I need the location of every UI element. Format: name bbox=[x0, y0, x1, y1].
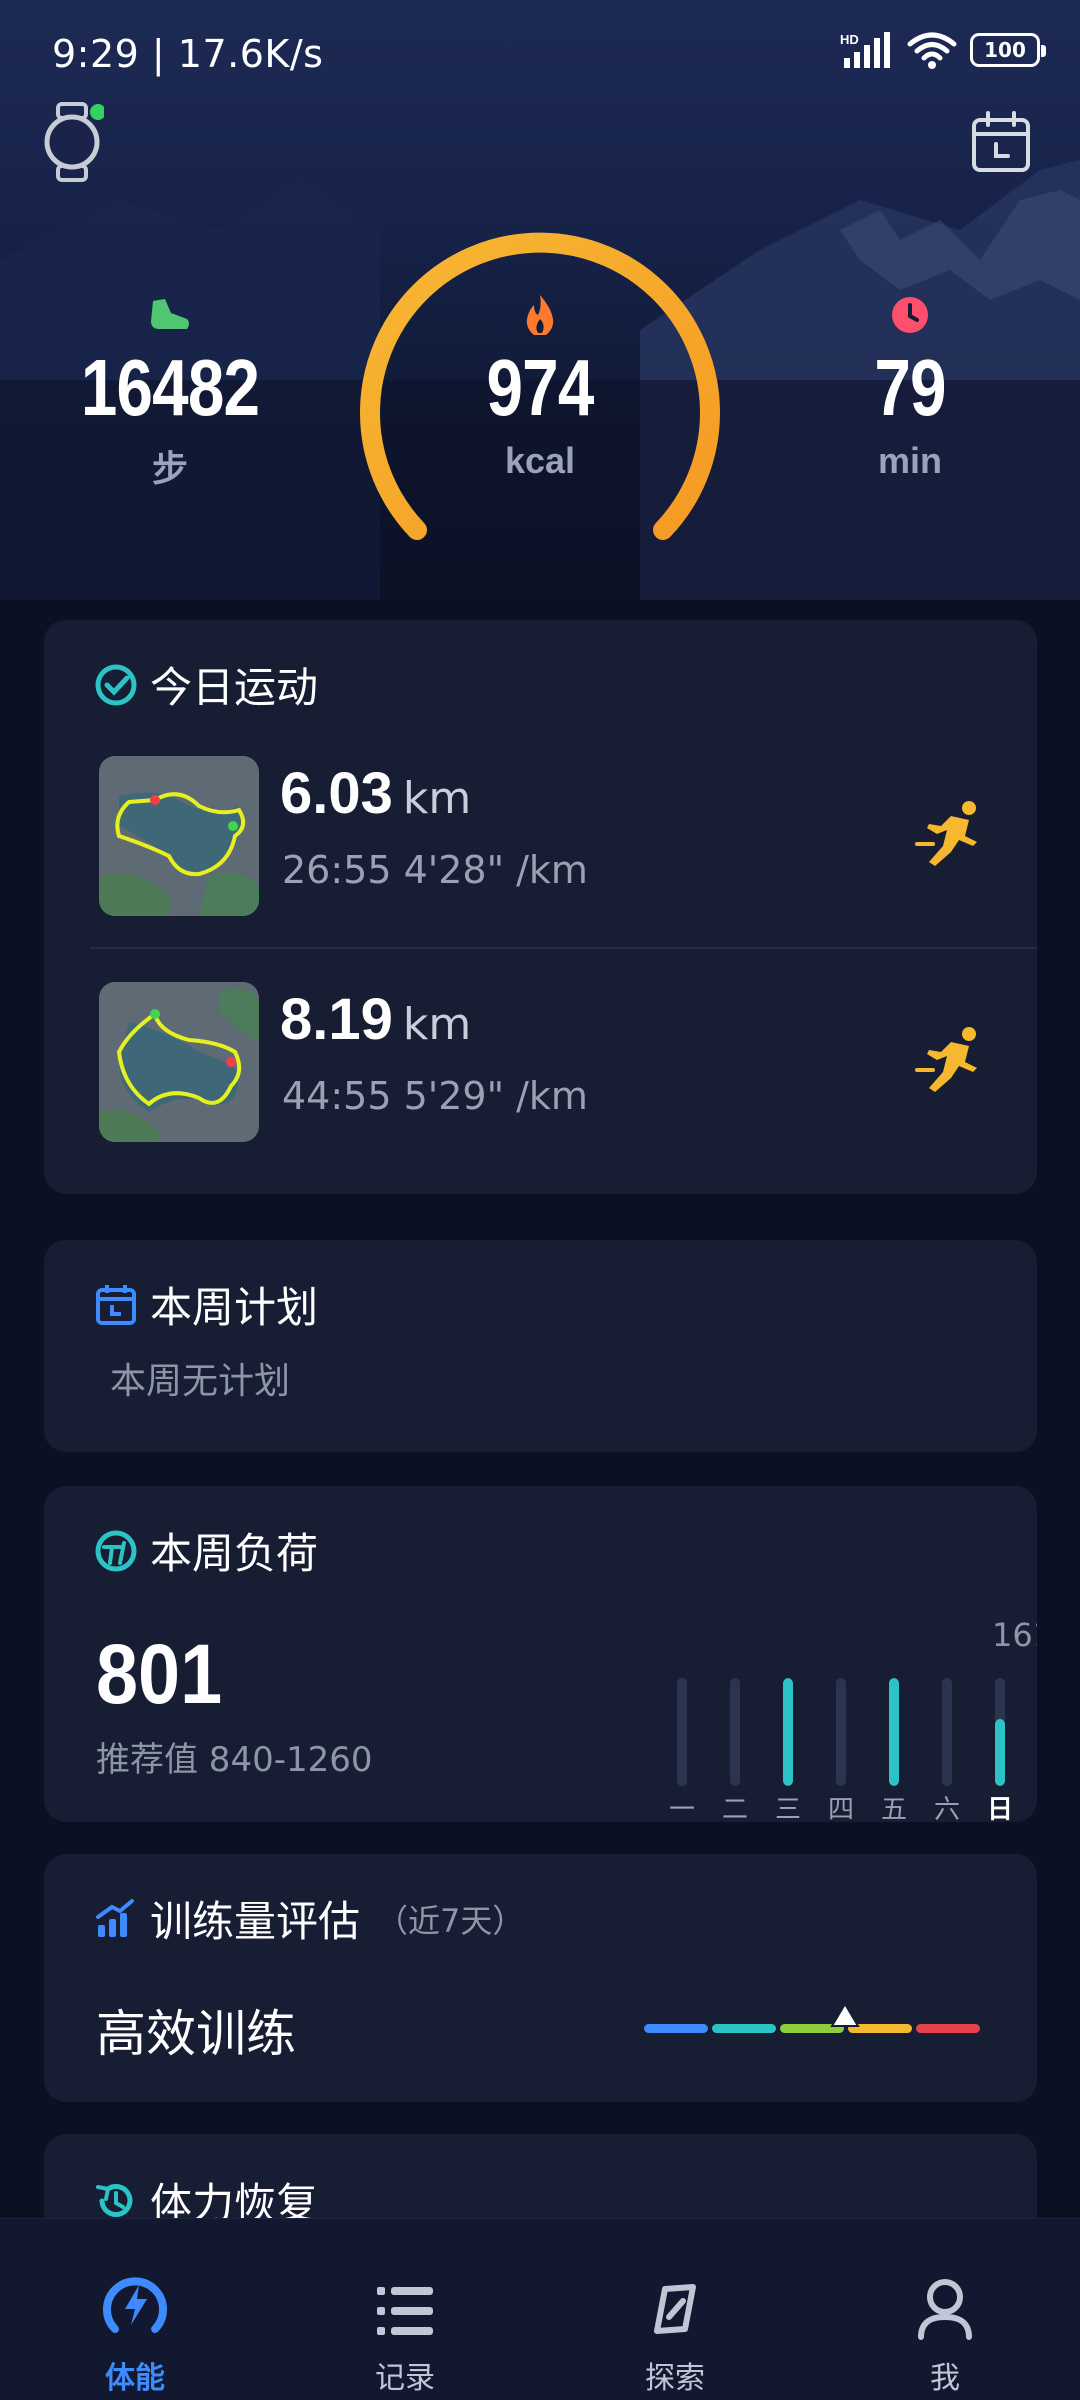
weekly-plan-title: 本周计划 bbox=[150, 1283, 319, 1332]
nav-label: 探索 bbox=[645, 2361, 705, 2396]
row-divider bbox=[90, 947, 1037, 949]
load-bar-track bbox=[783, 1678, 793, 1786]
load-bar-track bbox=[942, 1678, 952, 1786]
load-bar-track bbox=[677, 1678, 687, 1786]
steps-unit: 步 bbox=[151, 448, 188, 489]
bar-peak-label: 161 bbox=[992, 1616, 1037, 1654]
steps-value: 16482 bbox=[80, 343, 260, 432]
route-map-thumbnail bbox=[99, 982, 259, 1142]
load-bar-day-label: 二 bbox=[721, 1795, 748, 1822]
status-time: 9:29 | 17.6K/s bbox=[52, 32, 324, 76]
shoe-icon bbox=[151, 299, 189, 329]
wifi-icon bbox=[907, 32, 957, 69]
network-badge: HD bbox=[840, 32, 859, 47]
load-bar-day-label: 一 bbox=[668, 1795, 695, 1822]
compass-icon bbox=[654, 2284, 696, 2334]
scale-segment bbox=[712, 2024, 776, 2033]
battery-indicator: 100 bbox=[970, 33, 1046, 67]
run-distance: 6.03 km bbox=[280, 761, 472, 826]
status-bar: 9:29 | 17.6K/s HD 100 bbox=[0, 0, 1080, 110]
load-bar-day-label: 五 bbox=[880, 1795, 907, 1822]
minutes-stat[interactable]: 79 min bbox=[780, 290, 1040, 482]
load-bar-track bbox=[995, 1678, 1005, 1786]
training-eval-header: 训练量评估 （近7天） bbox=[94, 1888, 524, 1949]
minutes-unit: min bbox=[877, 440, 942, 481]
calendar-clock-icon bbox=[96, 1284, 136, 1325]
training-eval-scale bbox=[644, 2002, 1016, 2034]
load-bar-day-label: 四 bbox=[827, 1795, 854, 1822]
flame-icon bbox=[526, 295, 554, 335]
nav-label: 我 bbox=[930, 2361, 960, 2396]
run-distance: 8.19 km bbox=[280, 987, 472, 1052]
today-exercise-title: 今日运动 bbox=[150, 663, 319, 712]
weekly-load-bar-chart: 161 一二三四五六日 bbox=[634, 1616, 1037, 1822]
weekly-plan-header: 本周计划 bbox=[94, 1274, 318, 1335]
load-bar-fill bbox=[995, 1719, 1005, 1786]
lightning-gauge-icon bbox=[103, 2277, 167, 2333]
weekly-load-header: 本周负荷 bbox=[94, 1520, 318, 1581]
nav-tab-explore[interactable]: 探索 bbox=[595, 2261, 755, 2397]
weekly-plan-empty-text: 本周无计划 bbox=[110, 1361, 291, 1402]
training-eval-result: 高效训练 bbox=[96, 2005, 296, 2063]
scale-segment bbox=[644, 2024, 708, 2033]
load-bar-fill bbox=[783, 1678, 793, 1786]
today-exercise-card: 今日运动 6.03 km 26:55 4'28" /km 8.19 km 44:… bbox=[44, 620, 1037, 1194]
calories-unit: kcal bbox=[504, 440, 576, 481]
load-bar-day-label: 三 bbox=[774, 1795, 801, 1822]
run-duration-pace: 26:55 4'28" /km bbox=[282, 848, 588, 892]
weekly-plan-card[interactable]: 本周计划 本周无计划 bbox=[44, 1240, 1037, 1452]
load-bar-track bbox=[730, 1678, 740, 1786]
load-bar-track bbox=[836, 1678, 846, 1786]
scale-segment bbox=[916, 2024, 980, 2033]
weekly-load-recommended: 推荐值 840-1260 bbox=[96, 1740, 373, 1780]
calendar-icon[interactable] bbox=[970, 110, 1032, 174]
minutes-value: 79 bbox=[874, 343, 946, 432]
run-duration-pace: 44:55 5'29" /km bbox=[282, 1074, 588, 1118]
nav-label: 体能 bbox=[105, 2361, 165, 2396]
load-gauge-icon bbox=[95, 1530, 137, 1571]
calories-value: 974 bbox=[486, 343, 594, 432]
recovery-clock-icon bbox=[96, 2183, 133, 2217]
load-bar-day-label: 六 bbox=[933, 1795, 960, 1822]
nav-tab-records[interactable]: 记录 bbox=[325, 2261, 485, 2397]
today-exercise-header: 今日运动 bbox=[94, 654, 318, 715]
bottom-navigation: 体能 记录 探索 我 bbox=[0, 2218, 1080, 2400]
status-icons: HD 100 bbox=[840, 30, 1046, 70]
check-circle-icon bbox=[95, 664, 137, 705]
run-record-row[interactable]: 6.03 km 26:55 4'28" /km bbox=[44, 750, 1037, 975]
trend-chart-icon bbox=[96, 1898, 134, 1937]
training-eval-title: 训练量评估 bbox=[150, 1897, 361, 1946]
signal-icon: HD bbox=[840, 32, 890, 68]
load-bar-fill bbox=[889, 1678, 899, 1786]
training-eval-card[interactable]: 训练量评估 （近7天） 高效训练 bbox=[44, 1854, 1037, 2102]
running-icon bbox=[915, 801, 977, 866]
nav-tab-me[interactable]: 我 bbox=[865, 2261, 1025, 2397]
route-map-thumbnail bbox=[99, 756, 259, 916]
list-icon bbox=[377, 2287, 433, 2335]
smartwatch-icon[interactable] bbox=[40, 100, 104, 184]
calories-stat[interactable]: 974 kcal bbox=[410, 290, 670, 482]
clock-icon bbox=[892, 297, 928, 333]
steps-stat[interactable]: 16482 步 bbox=[40, 290, 300, 492]
scale-indicator-triangle bbox=[830, 2002, 860, 2027]
nav-label: 记录 bbox=[375, 2361, 435, 2396]
person-icon bbox=[918, 2279, 972, 2340]
training-eval-subtitle: （近7天） bbox=[376, 1901, 525, 1940]
load-bar-track bbox=[889, 1678, 899, 1786]
weekly-load-title: 本周负荷 bbox=[150, 1529, 319, 1578]
load-bar-day-label: 日 bbox=[986, 1795, 1013, 1822]
nav-tab-fitness[interactable]: 体能 bbox=[55, 2261, 215, 2397]
running-icon bbox=[915, 1027, 977, 1092]
weekly-load-card[interactable]: 本周负荷 801 推荐值 840-1260 161 一二三四五六日 bbox=[44, 1486, 1037, 1822]
weekly-load-value: 801 bbox=[96, 1627, 223, 1721]
run-record-row[interactable]: 8.19 km 44:55 5'29" /km bbox=[44, 976, 1037, 1194]
